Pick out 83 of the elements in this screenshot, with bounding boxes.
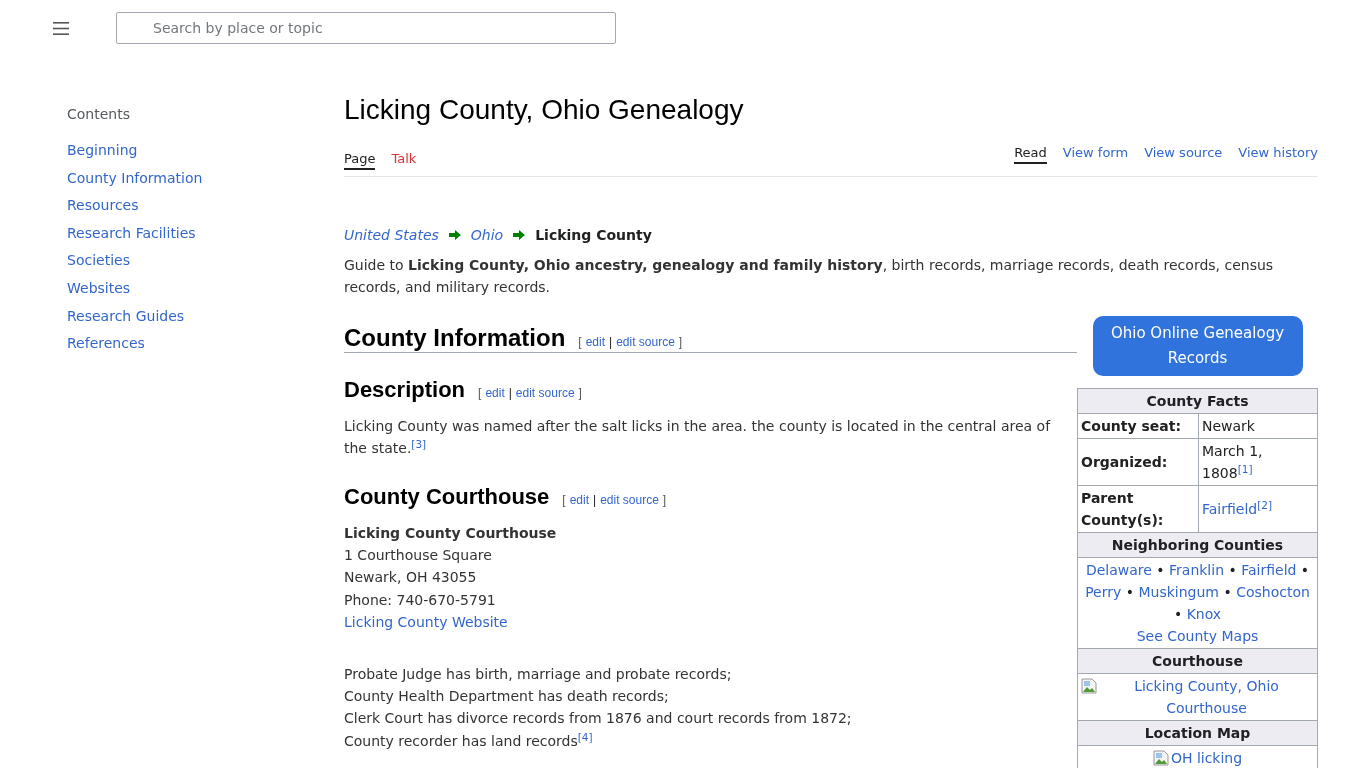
page-tab[interactable]: Read bbox=[1014, 144, 1047, 164]
contents-heading: Contents bbox=[67, 105, 130, 124]
edit-link[interactable]: edit bbox=[585, 334, 605, 349]
page-title: Licking County, Ohio Genealogy bbox=[344, 93, 744, 127]
field-label: Organized: bbox=[1081, 453, 1168, 470]
infobox-header: County Facts bbox=[1146, 392, 1249, 409]
text-line: County recorder has land records$^{[4]}$ bbox=[344, 729, 593, 751]
body-paragraph: Licking County was named after the salt licks in the area. the county is located in the central area of the state.$^{[3]}$ bbox=[344, 416, 1052, 459]
infobox-header: Location Map bbox=[1144, 724, 1251, 741]
county-link[interactable]: Muskingum bbox=[1138, 583, 1219, 600]
county-link[interactable]: Fairfield bbox=[1202, 500, 1258, 517]
bracket-text: [ bbox=[578, 334, 582, 349]
field-value: March 1, 1808$^{[1]}$ bbox=[1202, 442, 1263, 481]
contents-link[interactable]: References bbox=[67, 330, 145, 358]
county-maps-link[interactable]: See County Maps bbox=[1136, 624, 1259, 647]
arrow-right-icon bbox=[513, 230, 526, 240]
bullet-separator: • bbox=[1300, 561, 1310, 578]
search-field[interactable]: Search by place or topic bbox=[116, 12, 616, 44]
text-line: Clerk Court has divorce records from 1876 and court records from 1872; bbox=[344, 709, 852, 729]
text-line: Newark, OH 43055 bbox=[344, 568, 477, 588]
contents-link[interactable]: Research Facilities bbox=[67, 219, 196, 248]
intro-paragraph: Guide to Licking County, Ohio ancestry, genealogy and family history, birth records, marriage records, death records, census records, and military records. bbox=[344, 256, 1275, 298]
contents-link[interactable]: Research Guides bbox=[67, 302, 185, 331]
county-link[interactable]: Delaware bbox=[1085, 561, 1152, 578]
breadcrumb-current: Licking County bbox=[535, 226, 652, 245]
page-tab[interactable]: View form bbox=[1062, 144, 1129, 164]
separator-text: | bbox=[508, 385, 512, 400]
arrow-right-icon bbox=[448, 230, 461, 240]
bracket-text: [ bbox=[478, 385, 482, 400]
field-value: Newark bbox=[1202, 417, 1255, 434]
bracket-text: ] bbox=[678, 334, 683, 349]
text-line: 1 Courthouse Square bbox=[344, 546, 492, 566]
broken-image-icon bbox=[1152, 749, 1169, 766]
text-line: Probate Judge has birth, marriage and probate records; bbox=[344, 664, 732, 684]
text-line: County Health Department has death records; bbox=[344, 687, 669, 707]
field-label: County seat: bbox=[1081, 417, 1182, 434]
bullet-separator: • bbox=[1173, 605, 1183, 622]
infobox-header: Neighboring Counties bbox=[1111, 536, 1284, 553]
contents-link[interactable]: Websites bbox=[67, 274, 131, 303]
section-heading: County Information bbox=[344, 323, 566, 352]
broken-image-icon bbox=[1081, 677, 1097, 694]
county-link[interactable]: Perry bbox=[1085, 583, 1122, 600]
menu-icon bbox=[53, 21, 69, 35]
text-line: Phone: 740-670-5791 bbox=[344, 590, 496, 610]
breadcrumb-link[interactable]: United States bbox=[344, 224, 439, 246]
bullet-separator: • bbox=[1223, 583, 1232, 600]
edit-link[interactable]: edit bbox=[569, 492, 590, 507]
county-link[interactable]: Fairfield bbox=[1241, 561, 1297, 578]
bold-line: Licking County Courthouse bbox=[344, 523, 557, 543]
subsection-heading: County Courthouse bbox=[344, 483, 550, 510]
separator-text: | bbox=[609, 334, 613, 349]
contents-link[interactable]: Societies bbox=[67, 247, 130, 275]
county-link[interactable]: Knox bbox=[1186, 605, 1222, 622]
edit-link[interactable]: edit bbox=[485, 385, 505, 400]
contents-link[interactable]: Resources bbox=[67, 192, 139, 220]
breadcrumb-link[interactable]: Ohio bbox=[470, 224, 504, 246]
county-link[interactable]: Franklin bbox=[1169, 561, 1225, 578]
page-tab[interactable]: View source bbox=[1144, 144, 1223, 164]
bullet-separator: • bbox=[1228, 561, 1237, 578]
bullet-separator: • bbox=[1125, 583, 1134, 600]
edit-link[interactable]: edit source bbox=[515, 385, 575, 400]
bullet-separator: • bbox=[1156, 561, 1165, 578]
footnote-link[interactable]: [2] bbox=[1257, 498, 1273, 511]
field-label: Parent County(s): bbox=[1081, 489, 1164, 528]
contents-link[interactable]: County Information bbox=[67, 164, 203, 193]
infobox-header: Courthouse bbox=[1152, 652, 1243, 669]
genealogy-records-button[interactable]: Ohio Online Genealogy Records bbox=[1092, 315, 1303, 376]
page-tab[interactable]: View history bbox=[1238, 144, 1318, 164]
bracket-text: ] bbox=[662, 492, 667, 507]
edit-link[interactable]: edit source bbox=[616, 334, 675, 349]
county-link[interactable]: Coshocton bbox=[1236, 583, 1310, 600]
edit-link[interactable]: edit source bbox=[600, 492, 659, 507]
bracket-text: ] bbox=[578, 385, 582, 400]
bracket-text: [ bbox=[562, 492, 566, 507]
footnote-link[interactable]: [4] bbox=[577, 730, 593, 743]
contents-link[interactable]: Beginning bbox=[67, 137, 138, 165]
separator-text: | bbox=[593, 492, 597, 507]
page-tab[interactable]: Page bbox=[344, 150, 376, 170]
page-tab[interactable]: Talk bbox=[391, 150, 417, 170]
footnote-link[interactable]: [3] bbox=[411, 437, 427, 450]
subsection-heading: Description bbox=[344, 376, 466, 403]
text-link[interactable]: Licking County Website bbox=[344, 611, 508, 634]
footnote-link[interactable]: [1] bbox=[1237, 462, 1253, 475]
